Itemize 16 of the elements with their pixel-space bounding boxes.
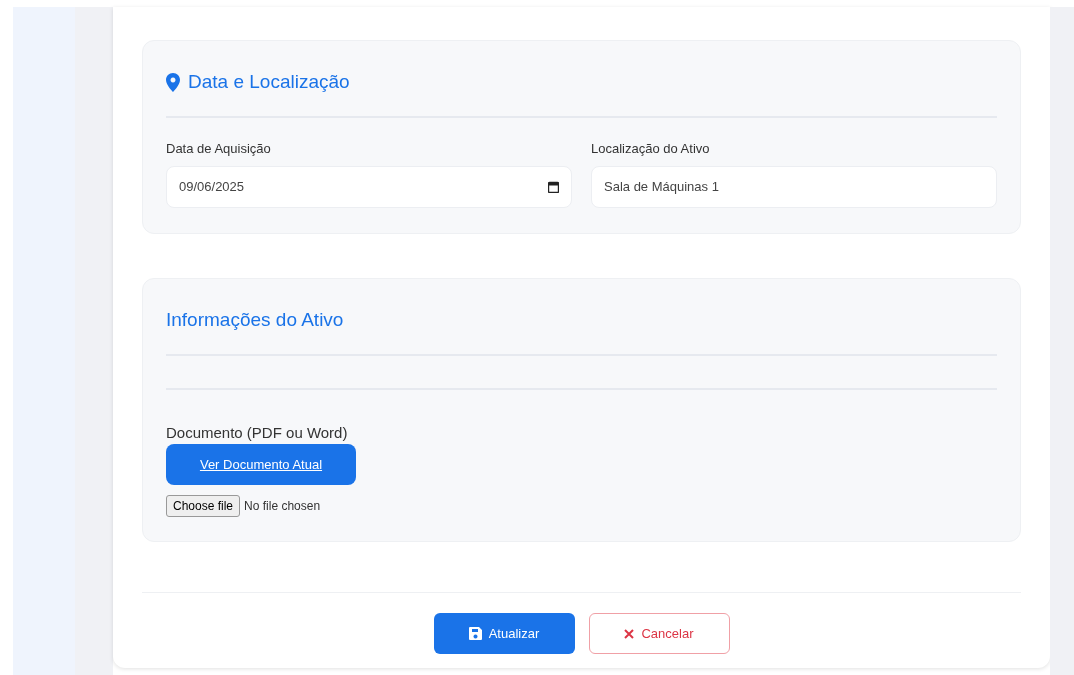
view-document-button[interactable]: Ver Documento Atual [166, 444, 356, 485]
calendar-icon[interactable] [548, 181, 559, 193]
file-status: No file chosen [244, 498, 321, 515]
input-field[interactable]: Sala de Máquinas 1 [591, 166, 997, 208]
section-title: Data e Localização [188, 70, 350, 94]
section-title: Informações do Ativo [166, 308, 344, 332]
cancel-button[interactable]: Cancelar [588, 613, 730, 654]
save-icon [468, 627, 482, 640]
close-icon [624, 628, 635, 639]
field-label: Localização do Ativo [591, 139, 711, 158]
field-label: Data de Aquisição [166, 139, 272, 158]
location-pin-icon [166, 72, 180, 92]
choose-file-button[interactable]: Choose file [166, 495, 241, 517]
date-field[interactable]: 09/06/2025 [166, 166, 572, 208]
document-label: Documento (PDF ou Word) [166, 422, 348, 443]
update-button[interactable]: Atualizar [433, 613, 575, 654]
